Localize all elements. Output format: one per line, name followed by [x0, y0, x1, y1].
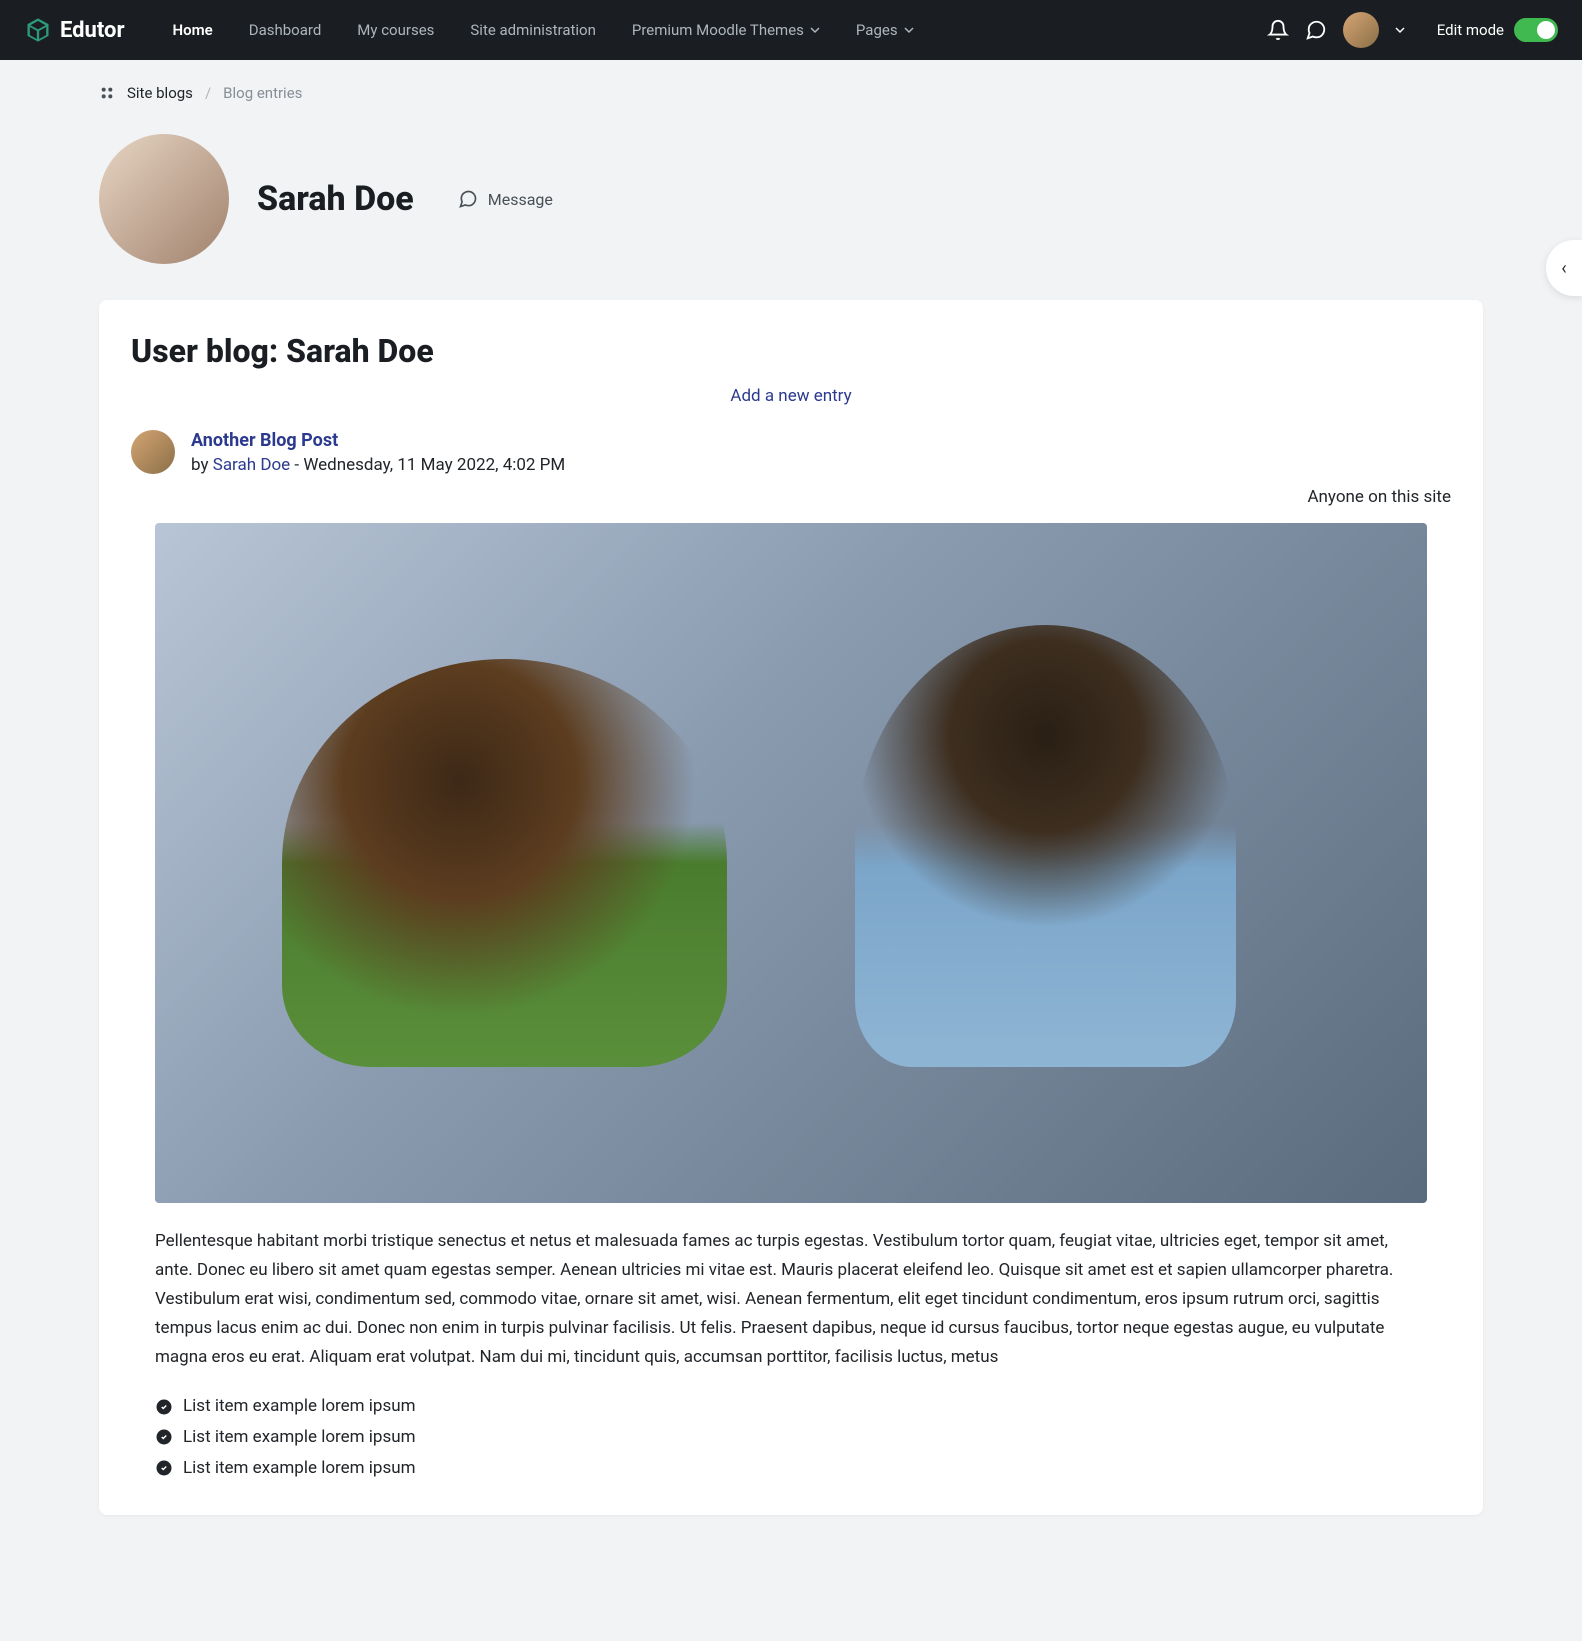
- list-item: List item example lorem ipsum: [155, 1391, 1427, 1422]
- chevron-down-icon: [810, 25, 820, 35]
- post-meta: by Sarah Doe - Wednesday, 11 May 2022, 4…: [191, 455, 565, 475]
- nav-dashboard[interactable]: Dashboard: [233, 13, 338, 47]
- add-entry-link[interactable]: Add a new entry: [131, 386, 1451, 406]
- brand-name: Edutor: [60, 18, 125, 43]
- bell-icon[interactable]: [1267, 19, 1289, 41]
- navbar: Edutor Home Dashboard My courses Site ad…: [0, 0, 1582, 60]
- chat-icon: [458, 189, 478, 209]
- chat-icon[interactable]: [1305, 19, 1327, 41]
- check-circle-icon: [155, 1428, 173, 1446]
- blog-card: User blog: Sarah Doe Add a new entry Ano…: [99, 300, 1483, 1515]
- nav-home[interactable]: Home: [157, 13, 229, 47]
- nav-siteadmin[interactable]: Site administration: [454, 13, 611, 47]
- post-title-link[interactable]: Another Blog Post: [191, 430, 565, 451]
- edit-mode-label: Edit mode: [1437, 21, 1504, 39]
- post-author-avatar[interactable]: [131, 430, 175, 474]
- blog-post: Another Blog Post by Sarah Doe - Wednesd…: [131, 430, 1451, 1483]
- breadcrumb: Site blogs / Blog entries: [99, 84, 1483, 102]
- profile-header: Sarah Doe Message: [99, 134, 1483, 264]
- breadcrumb-current: Blog entries: [223, 84, 302, 102]
- post-visibility: Anyone on this site: [131, 487, 1451, 507]
- post-body: Pellentesque habitant morbi tristique se…: [131, 1227, 1451, 1371]
- list-item: List item example lorem ipsum: [155, 1422, 1427, 1453]
- post-header: Another Blog Post by Sarah Doe - Wednesd…: [131, 430, 1451, 475]
- edit-mode-toggle[interactable]: [1514, 18, 1558, 42]
- chevron-down-icon: [904, 25, 914, 35]
- breadcrumb-site-blogs[interactable]: Site blogs: [127, 84, 193, 102]
- check-circle-icon: [155, 1398, 173, 1416]
- edutor-logo-icon: [24, 16, 52, 44]
- blog-title: User blog: Sarah Doe: [131, 332, 1451, 370]
- user-avatar[interactable]: [1343, 12, 1379, 48]
- post-date: Wednesday, 11 May 2022, 4:02 PM: [303, 455, 565, 475]
- post-author-link[interactable]: Sarah Doe: [213, 455, 290, 475]
- chevron-left-icon: ‹: [1561, 258, 1566, 279]
- nav-icons: Edit mode: [1267, 12, 1558, 48]
- breadcrumb-separator: /: [205, 84, 211, 102]
- chevron-down-icon[interactable]: [1395, 25, 1405, 35]
- drawer-toggle[interactable]: ‹: [1546, 240, 1582, 296]
- list-item: List item example lorem ipsum: [155, 1453, 1427, 1484]
- nav-pages[interactable]: Pages: [840, 13, 930, 47]
- nav-mycourses[interactable]: My courses: [341, 13, 450, 47]
- message-button[interactable]: Message: [458, 189, 553, 209]
- post-list: List item example lorem ipsum List item …: [131, 1391, 1451, 1483]
- nav-links: Home Dashboard My courses Site administr…: [157, 13, 1259, 47]
- nav-themes[interactable]: Premium Moodle Themes: [616, 13, 836, 47]
- dashboard-icon: [99, 85, 115, 101]
- brand-logo[interactable]: Edutor: [24, 16, 125, 44]
- check-circle-icon: [155, 1459, 173, 1477]
- post-image: [155, 523, 1427, 1203]
- profile-avatar[interactable]: [99, 134, 229, 264]
- edit-mode: Edit mode: [1437, 18, 1558, 42]
- profile-name: Sarah Doe: [257, 179, 414, 219]
